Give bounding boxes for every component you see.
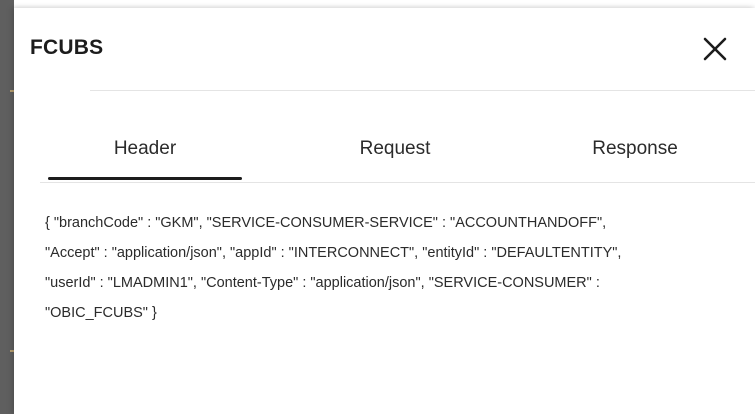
payload-line: "userId" : "LMADMIN1", "Content-Type" : … bbox=[45, 275, 600, 291]
tab-request[interactable]: Request bbox=[300, 126, 490, 180]
tab-header[interactable]: Header bbox=[48, 126, 242, 180]
header-payload-text: { "branchCode" : "GKM", "SERVICE-CONSUME… bbox=[45, 208, 745, 328]
payload-line: "OBIC_FCUBS" } bbox=[45, 305, 157, 321]
payload-line: "Accept" : "application/json", "appId" :… bbox=[45, 245, 622, 261]
tab-bar: Header Request Response bbox=[40, 126, 755, 182]
fcubs-dialog: FCUBS Header Request Response { "branchC… bbox=[14, 8, 755, 414]
tab-label: Response bbox=[592, 138, 678, 159]
header-divider bbox=[90, 90, 755, 91]
tab-response[interactable]: Response bbox=[540, 126, 730, 180]
tabs-divider bbox=[40, 182, 755, 183]
background-app-edge bbox=[0, 0, 16, 414]
dialog-title: FCUBS bbox=[30, 36, 104, 59]
selected-tab-indicator bbox=[48, 177, 242, 180]
payload-line: { "branchCode" : "GKM", "SERVICE-CONSUME… bbox=[45, 215, 607, 231]
dialog-header: FCUBS bbox=[14, 8, 755, 90]
tab-label: Header bbox=[113, 138, 177, 159]
tab-label: Request bbox=[359, 138, 431, 159]
close-button[interactable] bbox=[700, 34, 730, 64]
close-icon bbox=[703, 37, 727, 61]
